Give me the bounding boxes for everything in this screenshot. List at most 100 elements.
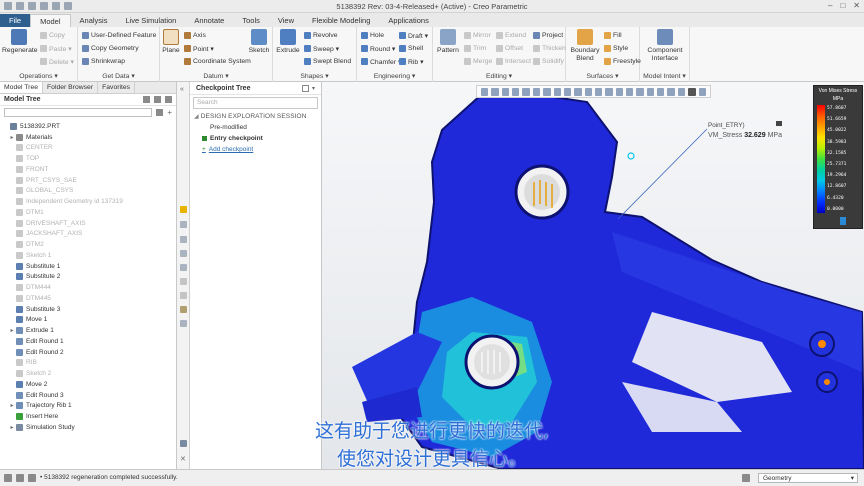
tree-item[interactable]: Substitute 2 [0, 272, 176, 283]
chamfer-button[interactable]: Chamfer ▾ [361, 57, 401, 66]
component-interface-button[interactable]: Component Interface [642, 29, 688, 63]
tab-view[interactable]: View [269, 14, 303, 27]
display-style-icon[interactable] [532, 87, 541, 96]
regenerate-button[interactable]: Regenerate [2, 29, 38, 55]
tree-item[interactable]: ▸ Materials [0, 132, 176, 143]
hole-button[interactable]: Hole [361, 31, 384, 40]
section-icon[interactable] [594, 87, 603, 96]
minimize-icon[interactable]: – [828, 1, 832, 10]
tree-item[interactable]: Edit Round 3 [0, 390, 176, 401]
redo-step-icon[interactable] [180, 236, 187, 243]
zoom-out-icon[interactable] [501, 87, 510, 96]
intersect-button[interactable]: Intersect [496, 57, 531, 66]
repaint-icon[interactable] [512, 87, 520, 96]
tree-item[interactable]: Move 2 [0, 379, 176, 390]
snapshot-icon[interactable] [180, 320, 187, 327]
tree-filter-icon[interactable] [154, 96, 161, 103]
datum-display-icon[interactable] [563, 87, 572, 96]
close-icon[interactable]: ✕ [853, 1, 860, 10]
graphics-viewport[interactable]: Point_ETRY) VM_Stress 32.629 MPa Von Mis… [322, 82, 864, 469]
tab-flexible-modeling[interactable]: Flexible Modeling [303, 14, 379, 27]
tree-item[interactable]: DTM1 [0, 207, 176, 218]
maximize-icon[interactable]: □ [840, 1, 845, 10]
refit-icon[interactable] [481, 87, 489, 96]
tree-item[interactable]: JACKSHAFT_AXIS [0, 229, 176, 240]
boundary-blend-button[interactable]: Boundary Blend [568, 29, 602, 63]
checkpoint-list-icon[interactable] [301, 84, 309, 92]
filter-icon[interactable] [156, 109, 164, 116]
tree-item[interactable]: Edit Round 2 [0, 347, 176, 358]
offset-button[interactable]: Offset [496, 44, 523, 53]
group-label-shapes[interactable]: Shapes ▾ [273, 72, 356, 80]
pattern-button[interactable]: Pattern [435, 29, 461, 55]
legend-icon[interactable] [636, 87, 644, 96]
tree-item[interactable]: Independent Geometry id 137319 [0, 196, 176, 207]
csys-button[interactable]: Coordinate System [184, 57, 251, 66]
shell-button[interactable]: Shell [399, 44, 423, 53]
tree-item[interactable]: ▸ Extrude 1 [0, 325, 176, 336]
tree-item[interactable]: Sketch 2 [0, 368, 176, 379]
close-strip-icon[interactable]: ✕ [180, 455, 187, 463]
message-log-icon[interactable] [16, 474, 24, 482]
compare-icon[interactable] [180, 264, 187, 271]
stop-icon[interactable] [688, 87, 696, 96]
animate-icon[interactable] [677, 87, 686, 96]
mesh-icon[interactable] [667, 87, 675, 96]
tree-item[interactable]: ▸ Simulation Study [0, 422, 176, 433]
tree-item[interactable]: DTM444 [0, 282, 176, 293]
group-label-model-intent[interactable]: Model Intent ▾ [640, 72, 689, 80]
round-button[interactable]: Round ▾ [361, 44, 395, 53]
branch-icon[interactable] [180, 278, 187, 285]
tree-item[interactable]: DRIVESHAFT_AXIS [0, 218, 176, 229]
tab-live-simulation[interactable]: Live Simulation [116, 14, 185, 27]
rib-button[interactable]: Rib ▾ [399, 57, 424, 66]
session-collapse-icon[interactable]: ◢ [194, 113, 199, 120]
style-button[interactable]: Style [604, 44, 628, 53]
tree-item[interactable]: Substitute 3 [0, 304, 176, 315]
nav-tab-folder-browser[interactable]: Folder Browser [43, 82, 99, 93]
draft-button[interactable]: Draft ▾ [399, 31, 428, 40]
checkpoint-menu-icon[interactable]: ▾ [312, 85, 315, 92]
group-label-engineering[interactable]: Engineering ▾ [357, 72, 432, 80]
probe-icon[interactable] [626, 87, 634, 96]
checkpoint-icon[interactable] [180, 206, 187, 213]
copy-geometry-button[interactable]: Copy Geometry [82, 44, 139, 53]
tree-item[interactable]: GLOBAL_CSYS [0, 186, 176, 197]
udf-button[interactable]: User-Defined Feature [82, 31, 156, 40]
notes-icon[interactable] [180, 306, 187, 313]
plane-button[interactable]: Plane [161, 29, 181, 55]
perspective-icon[interactable] [522, 87, 530, 96]
tab-tools[interactable]: Tools [233, 14, 269, 27]
expand-icon[interactable]: ▸ [8, 424, 16, 431]
collapse-panel-icon[interactable]: « [180, 86, 184, 93]
saved-orientations-icon[interactable] [543, 87, 551, 96]
thicken-button[interactable]: Thicken [533, 44, 566, 53]
session-row[interactable]: ◢ DESIGN EXPLORATION SESSION [190, 111, 321, 122]
delete-button[interactable]: Delete ▾ [40, 57, 74, 66]
tab-analysis[interactable]: Analysis [71, 14, 117, 27]
tree-item[interactable]: DTM445 [0, 293, 176, 304]
simulation-display-icon[interactable] [605, 87, 613, 96]
view-manager-icon[interactable] [553, 87, 561, 96]
trim-button[interactable]: Trim [464, 44, 486, 53]
solidify-button[interactable]: Solidify [533, 57, 564, 66]
tree-item[interactable]: Sketch 1 [0, 250, 176, 261]
fill-button[interactable]: Fill [604, 31, 622, 40]
tree-item[interactable]: PRT_CSYS_SAE [0, 175, 176, 186]
entry-checkpoint-row[interactable]: Entry checkpoint [190, 133, 321, 144]
tree-show-icon[interactable] [165, 96, 172, 103]
undo-step-icon[interactable] [180, 221, 187, 228]
tree-item[interactable]: CENTER [0, 143, 176, 154]
close-session-icon[interactable] [180, 250, 187, 257]
mirror-button[interactable]: Mirror [464, 31, 491, 40]
legend-settings-icon[interactable] [840, 217, 846, 225]
loads-icon[interactable] [646, 87, 655, 96]
group-label-datum[interactable]: Datum ▾ [160, 72, 272, 80]
axis-button[interactable]: Axis [184, 31, 206, 40]
tree-item[interactable]: Edit Round 1 [0, 336, 176, 347]
status-toggle-icon[interactable] [4, 474, 12, 482]
tab-file[interactable]: File [0, 14, 31, 27]
add-checkpoint-link[interactable]: + Add checkpoint [190, 144, 321, 155]
tree-item[interactable]: ▸ Trajectory Rib 1 [0, 401, 176, 412]
copy-button[interactable]: Copy [40, 31, 65, 40]
